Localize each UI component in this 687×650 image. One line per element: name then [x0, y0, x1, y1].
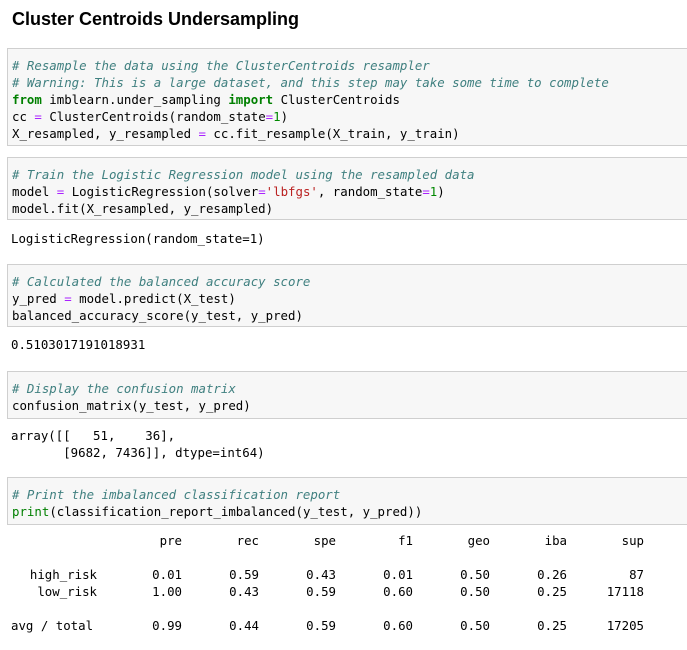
- report-cell: 0.25: [537, 618, 567, 633]
- report-cell: 0.43: [306, 567, 336, 582]
- report-cell: 0.43: [229, 584, 259, 599]
- report-cell: 1.00: [152, 584, 182, 599]
- report-header: iba: [544, 533, 567, 548]
- report-header: rec: [236, 533, 259, 548]
- report-cell: 0.25: [537, 584, 567, 599]
- report-row-label: low_risk: [37, 584, 97, 599]
- report-cell: 0.59: [229, 567, 259, 582]
- report-cell: 17205: [606, 618, 644, 633]
- report-header: geo: [467, 533, 490, 548]
- report-cell: 0.50: [460, 567, 490, 582]
- report-cell: 0.59: [306, 584, 336, 599]
- report-header: spe: [313, 533, 336, 548]
- report-header: sup: [621, 533, 644, 548]
- report-cell: 17118: [606, 584, 644, 599]
- report-cell: 0.01: [383, 567, 413, 582]
- report-cell: 0.50: [460, 618, 490, 633]
- report-cell: 0.26: [537, 567, 567, 582]
- classification-report: pre rec spe f1 geo iba sup high_risk 0.0…: [0, 0, 687, 650]
- report-header: pre: [159, 533, 182, 548]
- report-cell: 0.50: [460, 584, 490, 599]
- report-cell: 0.60: [383, 618, 413, 633]
- report-cell: 0.01: [152, 567, 182, 582]
- report-row-label: high_risk: [29, 567, 97, 582]
- report-cell: 0.44: [229, 618, 259, 633]
- report-cell: 87: [629, 567, 644, 582]
- report-cell: 0.59: [306, 618, 336, 633]
- report-row-label: avg / total: [11, 618, 94, 633]
- report-cell: 0.60: [383, 584, 413, 599]
- report-cell: 0.99: [152, 618, 182, 633]
- report-header: f1: [398, 533, 413, 548]
